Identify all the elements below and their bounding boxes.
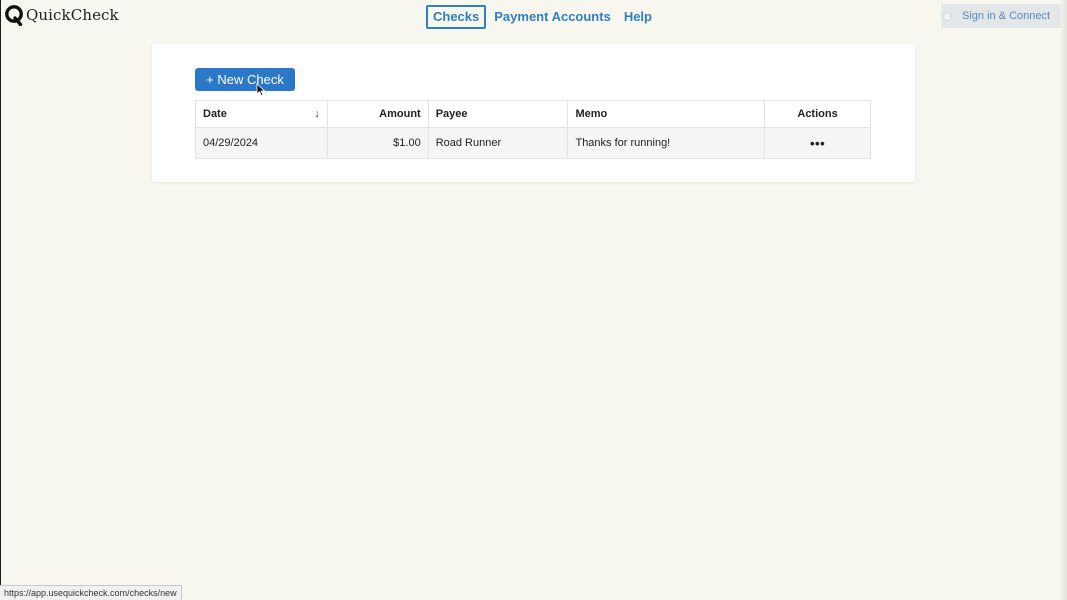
- column-header-date-label: Date: [203, 108, 227, 120]
- mouse-pointer-icon: [256, 83, 266, 97]
- app-logo[interactable]: QuickCheck: [4, 3, 119, 27]
- more-actions-icon[interactable]: •••: [810, 136, 825, 151]
- column-header-actions: Actions: [764, 100, 871, 128]
- column-header-payee[interactable]: Payee: [427, 100, 569, 128]
- nav-payment-accounts-link[interactable]: Payment Accounts: [489, 6, 616, 28]
- cell-actions: •••: [764, 127, 871, 159]
- quickcheck-logo-icon: [5, 5, 23, 26]
- table-header-row: Date ↓ Amount Payee Memo Actions: [195, 100, 871, 128]
- status-dot-icon: [943, 11, 952, 21]
- nav-help-link[interactable]: Help: [619, 6, 657, 28]
- window-edge-right: [1061, 0, 1067, 600]
- new-check-button[interactable]: + New Check: [195, 68, 295, 91]
- main-nav: Checks Payment Accounts Help: [426, 5, 660, 29]
- status-bar-url: https://app.usequickcheck.com/checks/new: [0, 585, 182, 600]
- cell-payee: Road Runner: [427, 127, 569, 159]
- sign-in-connect-button[interactable]: Sign in & Connect: [941, 4, 1061, 28]
- checks-table: Date ↓ Amount Payee Memo Actions 04/29/2…: [195, 100, 871, 159]
- window-edge-left: [0, 0, 1, 600]
- cell-date: 04/29/2024: [195, 127, 328, 159]
- column-header-memo[interactable]: Memo: [567, 100, 766, 128]
- column-header-amount[interactable]: Amount: [326, 100, 429, 128]
- nav-checks-link[interactable]: Checks: [426, 5, 487, 29]
- cell-memo: Thanks for running!: [567, 127, 766, 159]
- checks-card: + New Check Date ↓ Amount Payee Memo Act…: [152, 44, 915, 182]
- sign-in-connect-label: Sign in & Connect: [962, 10, 1051, 22]
- table-row[interactable]: 04/29/2024 $1.00 Road Runner Thanks for …: [195, 127, 871, 159]
- cell-amount: $1.00: [326, 127, 429, 159]
- app-page: QuickCheck Checks Payment Accounts Help …: [0, 0, 1067, 600]
- app-logo-text: QuickCheck: [26, 6, 119, 24]
- column-header-date[interactable]: Date ↓: [195, 100, 328, 128]
- sort-down-arrow-icon[interactable]: ↓: [314, 108, 320, 120]
